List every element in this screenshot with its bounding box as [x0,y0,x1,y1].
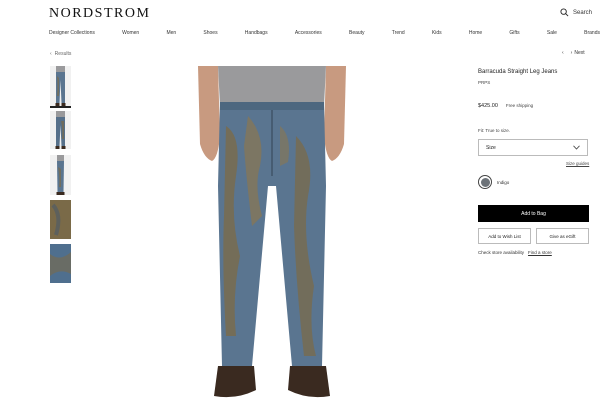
nav-item-beauty[interactable]: Beauty [349,30,365,36]
previous-chevron-icon[interactable]: ‹ [562,50,564,56]
nav-item-trend[interactable]: Trend [392,30,405,36]
nav-item-women[interactable]: Women [122,30,139,36]
nav-item-designer-collections[interactable]: Designer Collections [49,30,95,36]
chevron-down-icon [573,145,580,150]
next-link[interactable]: › Next [571,50,585,56]
jeans-photo [198,66,346,398]
color-swatch-indigo[interactable] [478,175,492,189]
thumbnail-2[interactable] [50,111,71,149]
main-nav: Designer Collections Women Men Shoes Han… [49,30,600,36]
size-select-value: Size [486,144,496,151]
fit-note: Fit: True to size. [478,128,511,133]
search-button[interactable]: Search [560,8,592,17]
nav-item-men[interactable]: Men [166,30,176,36]
shipping-note: Free shipping [505,103,534,108]
nav-item-home[interactable]: Home [469,30,482,36]
nav-item-accessories[interactable]: Accessories [295,30,322,36]
thumbnail-1[interactable] [50,66,71,108]
thumbnail-4-image [50,200,71,239]
product-main-image[interactable] [196,66,348,400]
size-guide-link[interactable]: Size guides [566,161,589,166]
thumbnail-4[interactable] [50,200,71,239]
swatch-fill [480,177,490,187]
next-label: Next [574,50,585,56]
find-store-link[interactable]: Find a store [528,250,552,255]
product-brand[interactable]: PRPS [478,80,490,85]
add-to-bag-label: Add to Bag [521,210,546,217]
nav-item-shoes[interactable]: Shoes [203,30,217,36]
color-label: Indigo [497,180,510,185]
product-title: Barracuda Straight Leg Jeans [478,69,558,75]
store-availability: Check store availability Find a store [478,250,552,255]
chevron-right-icon: › [570,50,573,56]
add-to-wish-list-label: Add to Wish List [488,233,521,239]
check-store-label: Check store availability [478,250,525,255]
nav-item-sale[interactable]: Sale [547,30,557,36]
thumbnail-3-image [56,155,65,195]
give-as-egift-label: Give as eGift [549,233,576,239]
search-icon [560,8,569,17]
nav-item-kids[interactable]: Kids [432,30,442,36]
add-to-wish-list-button[interactable]: Add to Wish List [478,228,531,244]
thumbnail-2-image [55,111,66,149]
chevron-left-icon: ‹ [50,51,52,57]
nav-item-brands[interactable]: Brands [584,30,600,36]
give-as-egift-button[interactable]: Give as eGift [536,228,589,244]
product-price: $425.00 [478,103,498,109]
size-select[interactable]: Size [478,139,588,156]
thumbnail-5-image [50,244,71,283]
thumbnail-3[interactable] [50,155,71,195]
thumbnail-5[interactable] [50,244,71,283]
price-row: $425.00 Free shipping [478,103,533,109]
pager: ‹ › Next [562,50,585,56]
nav-item-handbags[interactable]: Handbags [245,30,268,36]
add-to-bag-button[interactable]: Add to Bag [478,205,589,222]
search-label: Search [572,9,592,16]
thumbnail-1-image [55,66,66,106]
results-label: Results [54,51,72,57]
back-to-results-link[interactable]: ‹ Results [50,51,71,57]
logo[interactable]: NORDSTROM [49,6,150,22]
nav-item-gifts[interactable]: Gifts [509,30,519,36]
